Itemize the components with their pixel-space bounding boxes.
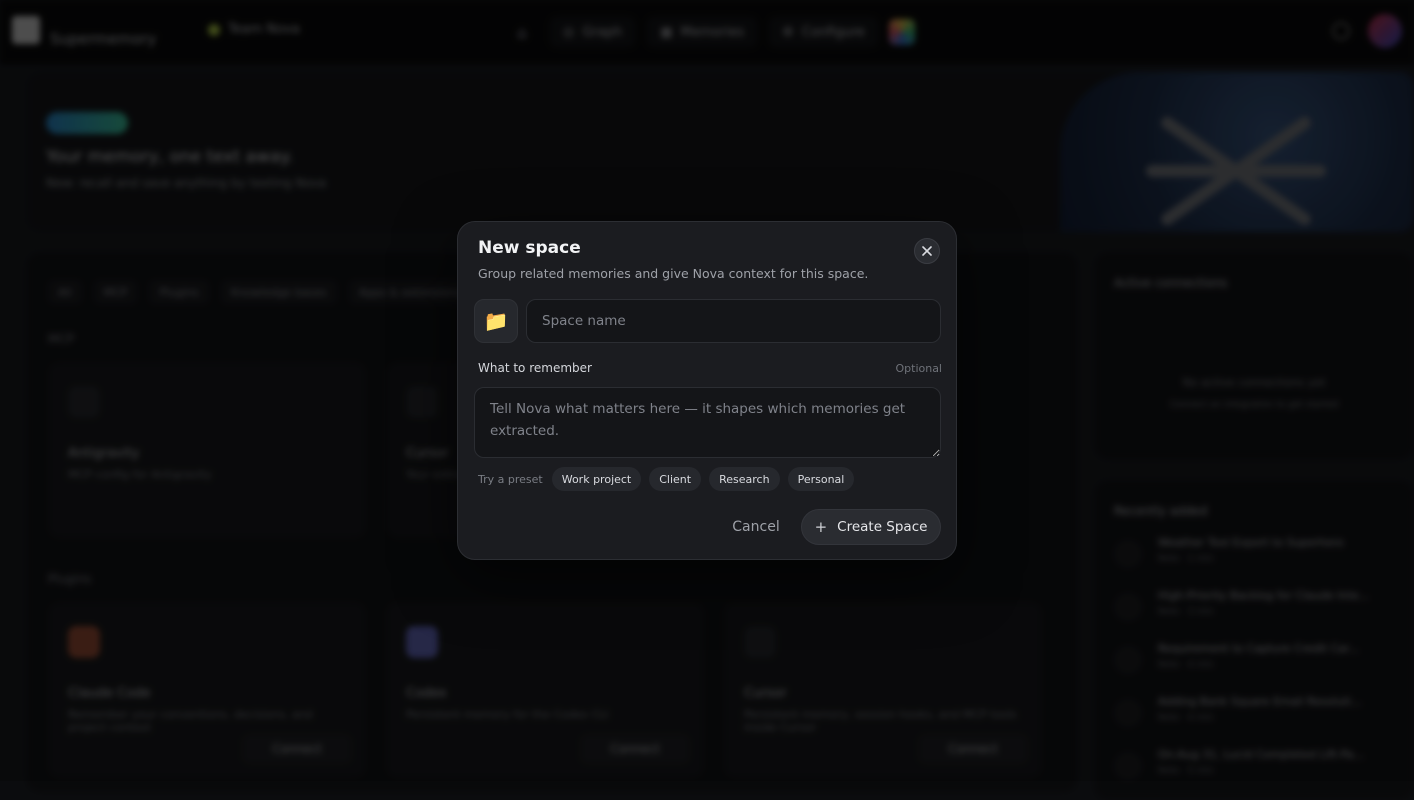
dialog-subtitle: Group related memories and give Nova con…	[478, 266, 869, 281]
preset-client[interactable]: Client	[649, 467, 702, 491]
folder-icon: 📁	[483, 309, 509, 333]
close-button[interactable]	[914, 238, 940, 264]
emoji-picker-button[interactable]: 📁	[474, 299, 518, 343]
preset-personal[interactable]: Personal	[787, 467, 855, 491]
plus-icon: +	[814, 518, 828, 536]
new-space-dialog: New space Group related memories and giv…	[457, 221, 957, 560]
try-preset-label: Try a preset	[478, 472, 543, 486]
remember-textarea[interactable]	[474, 387, 941, 458]
create-space-button[interactable]: + Create Space	[801, 509, 941, 545]
close-icon	[922, 246, 932, 256]
preset-row: Try a preset Work project Client Researc…	[478, 467, 855, 491]
optional-label: Optional	[895, 362, 942, 375]
preset-work-project[interactable]: Work project	[551, 467, 642, 491]
dialog-title: New space	[478, 238, 581, 258]
preset-research[interactable]: Research	[709, 467, 780, 491]
remember-label: What to remember	[478, 361, 592, 375]
cancel-button[interactable]: Cancel	[724, 509, 788, 545]
space-name-input[interactable]	[526, 299, 941, 343]
create-space-label: Create Space	[837, 519, 928, 535]
